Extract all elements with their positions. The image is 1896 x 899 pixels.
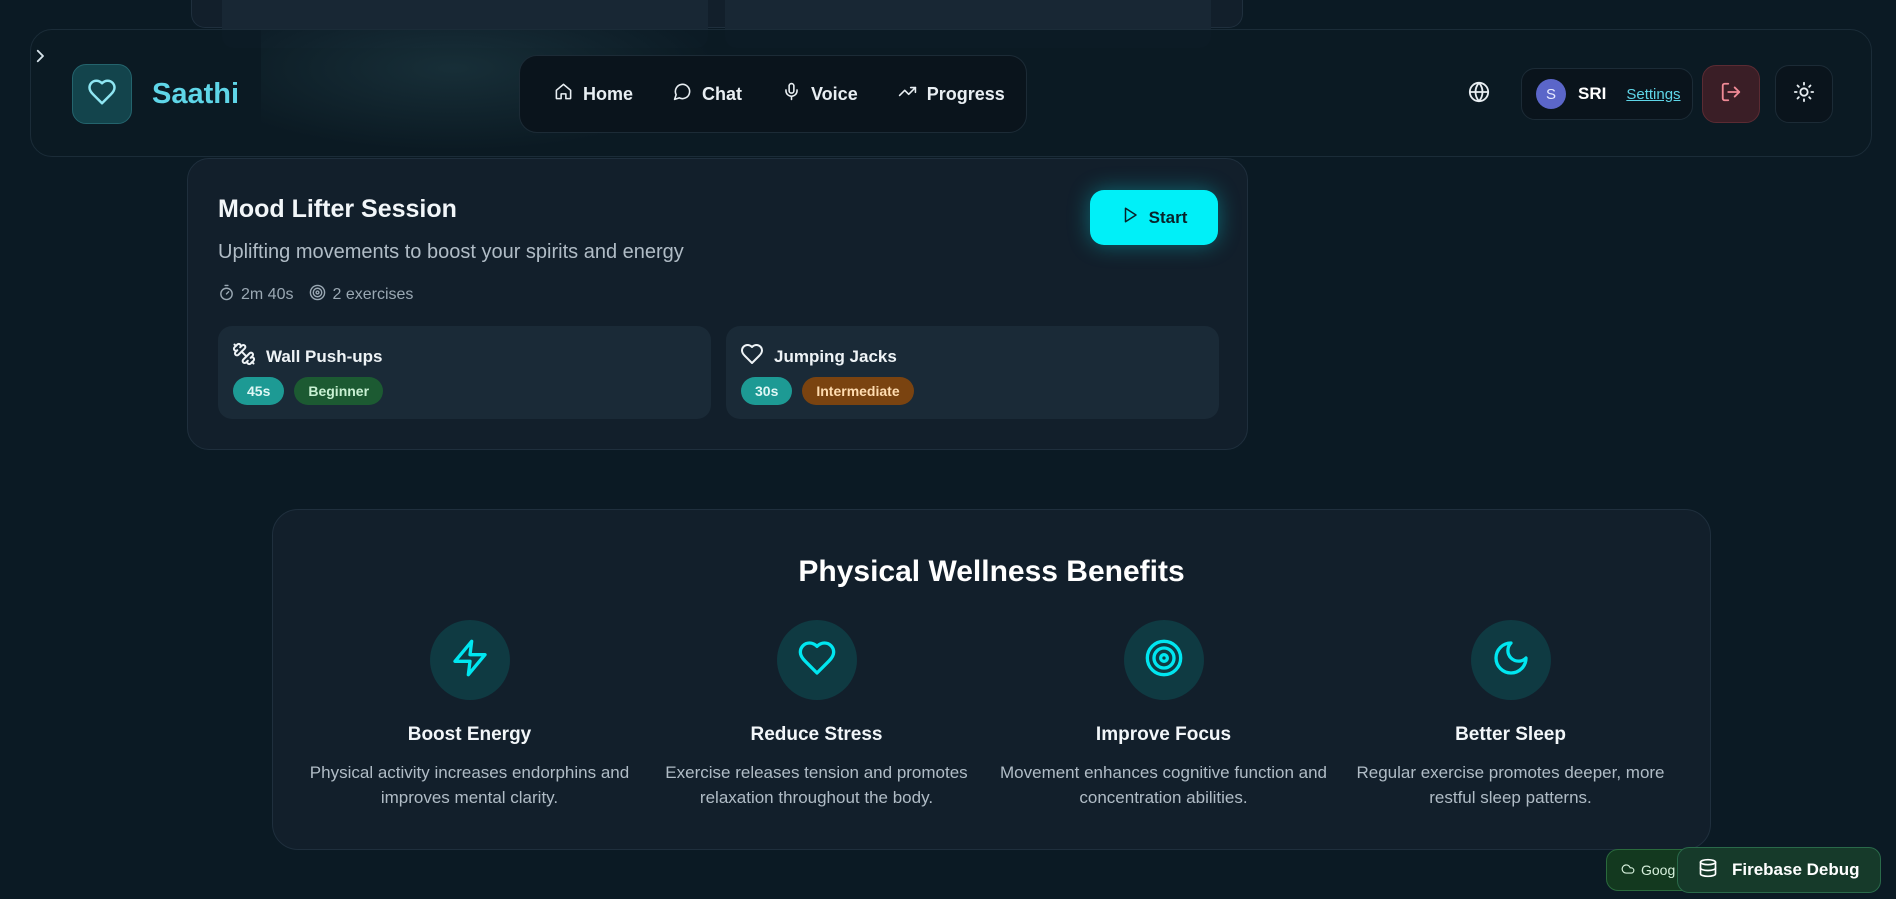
level-badge: Beginner xyxy=(294,377,384,405)
start-label: Start xyxy=(1148,207,1188,227)
benefit-desc: Movement enhances cognitive function and… xyxy=(1000,763,1327,807)
timer-icon xyxy=(218,284,235,306)
target-icon xyxy=(1144,638,1184,683)
benefit-title: Boost Energy xyxy=(407,724,532,745)
duration-badge: 45s xyxy=(233,377,285,405)
exercise-name: Wall Push-ups xyxy=(266,346,383,366)
play-icon xyxy=(1121,206,1139,229)
globe-icon xyxy=(1468,81,1490,108)
duration-badge: 30s xyxy=(741,377,793,405)
exercise-tags: 45s Beginner xyxy=(233,377,384,405)
heart-icon xyxy=(797,638,837,683)
sidebar-toggle[interactable] xyxy=(28,46,52,70)
benefit-title: Improve Focus xyxy=(1095,724,1232,745)
benefit-item: Better Sleep Regular exercise promotes d… xyxy=(1337,620,1684,810)
session-subtitle: Uplifting movements to boost your spirit… xyxy=(218,241,684,263)
exercise-name: Jumping Jacks xyxy=(774,346,897,366)
nav-progress[interactable]: Progress xyxy=(898,82,1005,106)
nav-voice[interactable]: Voice xyxy=(782,82,858,106)
logo[interactable] xyxy=(72,64,132,124)
benefit-icon-circle xyxy=(429,620,510,700)
session-meta: 2m 40s 2 exercises xyxy=(218,284,429,306)
exercise-header: Wall Push-ups xyxy=(232,342,383,371)
exercises-count: 2 exercises xyxy=(332,286,414,303)
benefit-item: Boost Energy Physical activity increases… xyxy=(296,620,643,810)
avatar[interactable]: S xyxy=(1536,79,1566,109)
nav-label: Chat xyxy=(702,83,743,104)
language-button[interactable] xyxy=(1467,81,1491,108)
exercise-card[interactable]: Jumping Jacks 30s Intermediate xyxy=(726,326,1219,419)
exercise-card[interactable]: Wall Push-ups 45s Beginner xyxy=(218,326,711,419)
trending-up-icon xyxy=(898,82,917,106)
nav-chat[interactable]: Chat xyxy=(673,82,742,106)
target-icon xyxy=(309,284,326,306)
exercises-meta: 2 exercises xyxy=(309,284,413,306)
chat-icon xyxy=(673,82,692,106)
benefits-section: Physical Wellness Benefits Boost Energy … xyxy=(272,509,1711,850)
logout-icon xyxy=(1720,81,1742,108)
level-badge: Intermediate xyxy=(802,377,914,405)
benefit-icon-circle xyxy=(1470,620,1551,700)
top-header: Saathi Home Chat Voice Progress S SRI Se… xyxy=(30,29,1872,158)
dumbbell-icon xyxy=(232,342,256,371)
benefit-title: Reduce Stress xyxy=(750,724,883,745)
firebase-debug-button[interactable]: Firebase Debug xyxy=(1677,847,1881,893)
benefit-desc: Regular exercise promotes deeper, more r… xyxy=(1356,763,1665,807)
benefit-item: Reduce Stress Exercise releases tension … xyxy=(643,620,990,810)
database-icon xyxy=(1698,858,1718,883)
benefit-desc: Exercise releases tension and promotes r… xyxy=(665,763,968,807)
chevron-right-icon xyxy=(31,47,49,70)
start-button[interactable]: Start xyxy=(1090,190,1218,245)
heart-icon xyxy=(740,342,764,371)
previous-session-card xyxy=(191,0,1243,48)
benefit-icon-circle xyxy=(776,620,857,700)
main-nav: Home Chat Voice Progress xyxy=(519,55,1027,133)
exercise-header: Jumping Jacks xyxy=(740,342,897,371)
lightning-icon xyxy=(450,638,490,683)
cloud-icon xyxy=(1621,862,1635,879)
nav-home[interactable]: Home xyxy=(554,82,633,106)
benefit-item: Improve Focus Movement enhances cognitiv… xyxy=(990,620,1337,810)
nav-label: Home xyxy=(583,83,634,104)
duration-meta: 2m 40s xyxy=(218,284,293,306)
session-title: Mood Lifter Session xyxy=(218,195,457,223)
exercise-tags: 30s Intermediate xyxy=(741,377,914,405)
home-icon xyxy=(554,82,573,106)
app-name[interactable]: Saathi xyxy=(152,78,239,111)
session-card: Mood Lifter Session Uplifting movements … xyxy=(187,158,1248,450)
logout-button[interactable] xyxy=(1702,65,1760,123)
heart-icon xyxy=(87,77,117,112)
user-menu: S SRI Settings xyxy=(1521,68,1693,120)
user-name: SRI xyxy=(1578,84,1607,103)
theme-toggle-button[interactable] xyxy=(1775,65,1833,123)
google-label: Goog xyxy=(1641,862,1676,878)
benefit-title: Better Sleep xyxy=(1455,724,1566,745)
settings-link[interactable]: Settings xyxy=(1626,86,1680,103)
firebase-label: Firebase Debug xyxy=(1732,860,1860,879)
nav-label: Progress xyxy=(926,83,1005,104)
moon-icon xyxy=(1491,638,1531,683)
benefits-title: Physical Wellness Benefits xyxy=(798,555,1185,588)
benefit-desc: Physical activity increases endorphins a… xyxy=(309,763,630,807)
duration-text: 2m 40s xyxy=(241,286,294,303)
nav-label: Voice xyxy=(811,83,858,104)
benefit-icon-circle xyxy=(1123,620,1204,700)
sun-icon xyxy=(1793,81,1815,108)
mic-icon xyxy=(782,82,801,106)
